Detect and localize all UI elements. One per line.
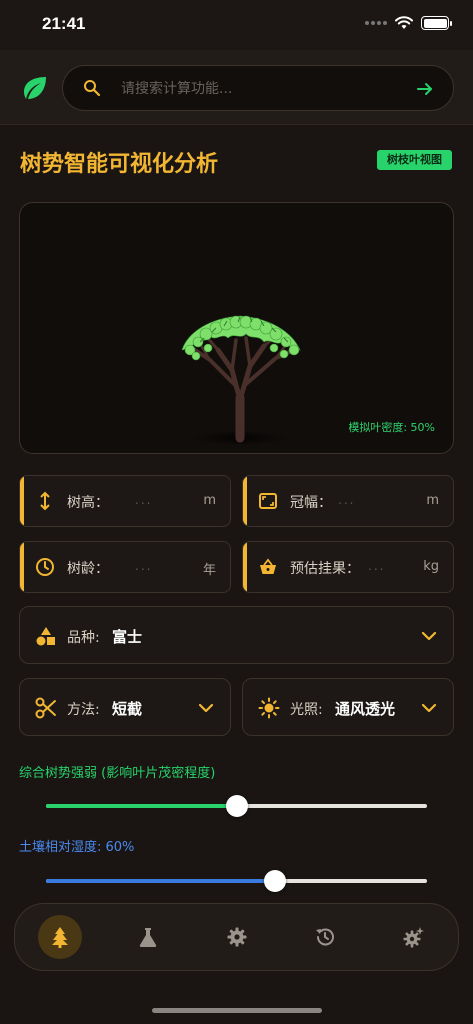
pruning-method-select[interactable]: 方法: 短截 bbox=[19, 678, 231, 736]
tree-height-field[interactable]: 树高： ... m bbox=[19, 475, 231, 527]
nav-tree-button[interactable] bbox=[38, 915, 82, 959]
estimated-yield-label: 预估挂果： bbox=[290, 561, 360, 577]
chevron-down-icon bbox=[421, 703, 437, 713]
estimated-yield-input[interactable]: ... bbox=[368, 559, 385, 573]
gear-icon bbox=[227, 927, 247, 947]
top-bar bbox=[0, 50, 473, 125]
history-icon bbox=[316, 928, 334, 946]
pruning-method-label: 方法: bbox=[67, 702, 100, 718]
scissors-icon bbox=[35, 697, 56, 719]
tree-age-input[interactable]: ... bbox=[135, 559, 152, 573]
tree-age-unit: 年 bbox=[202, 563, 216, 578]
arrow-right-icon[interactable] bbox=[415, 79, 435, 99]
estimated-yield-unit: kg bbox=[423, 559, 439, 574]
nav-lab-button[interactable] bbox=[126, 915, 170, 959]
status-time: 21:41 bbox=[42, 14, 86, 33]
variety-value: 富士 bbox=[112, 628, 143, 646]
lighting-value: 通风透光 bbox=[335, 700, 396, 718]
search-input[interactable] bbox=[121, 78, 401, 100]
battery-icon bbox=[421, 16, 452, 30]
chevron-down-icon bbox=[421, 631, 437, 641]
tree-illustration bbox=[181, 315, 301, 446]
search-bar[interactable] bbox=[62, 65, 454, 111]
moisture-slider-thumb[interactable] bbox=[263, 870, 286, 892]
tree-height-label: 树高： bbox=[67, 495, 109, 511]
moisture-slider-fill bbox=[46, 879, 275, 883]
status-bar: 21:41 bbox=[0, 0, 473, 50]
crown-frame-icon bbox=[259, 493, 277, 509]
vigor-slider-label: 综合树势强弱 (影响叶片茂密程度) bbox=[19, 766, 216, 781]
tree-height-unit: m bbox=[203, 493, 216, 508]
vigor-slider-thumb[interactable] bbox=[225, 795, 248, 817]
status-icons bbox=[365, 16, 452, 30]
tree-age-field[interactable]: 树龄： ... 年 bbox=[19, 541, 231, 593]
tree-age-label: 树龄： bbox=[67, 561, 109, 577]
crown-width-field[interactable]: 冠幅： ... m bbox=[242, 475, 454, 527]
advanced-settings-icon bbox=[403, 927, 424, 948]
shapes-icon bbox=[36, 627, 55, 646]
bottom-navigation bbox=[14, 903, 459, 971]
lighting-select[interactable]: 光照: 通风透光 bbox=[242, 678, 454, 736]
tree-icon bbox=[52, 927, 68, 948]
estimated-yield-field[interactable]: 预估挂果： ... kg bbox=[242, 541, 454, 593]
leaf-logo-icon bbox=[24, 77, 46, 99]
pruning-method-value: 短截 bbox=[112, 700, 143, 718]
vigor-slider[interactable] bbox=[46, 795, 427, 817]
leaf-density-label: 模拟叶密度: 50% bbox=[348, 421, 435, 434]
variety-label: 品种: bbox=[67, 630, 100, 646]
moisture-slider[interactable] bbox=[46, 870, 427, 892]
moisture-slider-label: 土壤相对湿度: 60% bbox=[19, 840, 135, 855]
vigor-slider-fill bbox=[46, 804, 237, 808]
height-arrows-icon bbox=[40, 491, 50, 511]
variety-select[interactable]: 品种: 富士 bbox=[19, 606, 454, 664]
crown-width-unit: m bbox=[426, 493, 439, 508]
tree-height-input[interactable]: ... bbox=[135, 493, 152, 507]
wifi-icon bbox=[395, 16, 413, 29]
search-icon bbox=[84, 80, 101, 97]
cellular-signal-icon bbox=[365, 21, 387, 25]
flask-icon bbox=[139, 928, 157, 947]
chevron-down-icon bbox=[198, 703, 214, 713]
crown-width-label: 冠幅： bbox=[290, 495, 332, 511]
home-indicator bbox=[152, 1008, 322, 1013]
view-mode-badge[interactable]: 树枝叶视图 bbox=[377, 150, 452, 170]
page-title: 树势智能可视化分析 bbox=[20, 152, 219, 177]
nav-advanced-settings-button[interactable] bbox=[391, 915, 435, 959]
clock-icon bbox=[36, 558, 54, 576]
crown-width-input[interactable]: ... bbox=[338, 493, 355, 507]
basket-icon bbox=[260, 558, 276, 574]
tree-visualization-panel: 模拟叶密度: 50% bbox=[19, 202, 454, 454]
nav-settings-button[interactable] bbox=[215, 915, 259, 959]
lighting-label: 光照: bbox=[290, 702, 323, 718]
nav-history-button[interactable] bbox=[303, 915, 347, 959]
sun-icon bbox=[258, 697, 280, 719]
